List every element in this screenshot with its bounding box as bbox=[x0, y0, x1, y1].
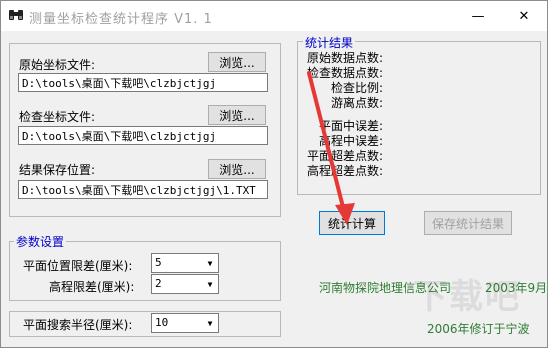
params-legend: 参数设置 bbox=[14, 233, 67, 250]
chevron-down-icon: ▼ bbox=[207, 318, 213, 328]
browse-original-button[interactable]: 浏览... bbox=[208, 52, 266, 72]
chevron-down-icon: ▼ bbox=[207, 279, 213, 289]
save-results-button[interactable]: 保存统计结果 bbox=[424, 211, 512, 235]
original-file-label: 原始坐标文件: bbox=[19, 58, 96, 72]
revised-label: 2006年修订于宁波 bbox=[427, 322, 530, 336]
chevron-down-icon: ▼ bbox=[207, 258, 213, 268]
close-button[interactable]: ✕ bbox=[501, 1, 547, 31]
plane-tolerance-select[interactable]: 5 ▼ bbox=[151, 253, 219, 273]
result-item: 原始数据点数: bbox=[306, 51, 383, 65]
elevation-tolerance-select[interactable]: 2 ▼ bbox=[151, 274, 219, 294]
plane-tolerance-label: 平面位置限差(厘米): bbox=[23, 259, 133, 273]
save-location-label: 结果保存位置: bbox=[19, 163, 96, 177]
red-arrow-annotation bbox=[307, 71, 355, 225]
check-file-label: 检查坐标文件: bbox=[19, 110, 96, 124]
search-radius-label: 平面搜索半径(厘米): bbox=[23, 318, 133, 332]
save-location-input[interactable]: D:\tools\桌面\下载吧\clzbjctjgj\1.TXT bbox=[18, 180, 268, 199]
original-file-input[interactable]: D:\tools\桌面\下载吧\clzbjctjgj bbox=[18, 73, 268, 92]
browse-save-button[interactable]: 浏览... bbox=[208, 159, 266, 179]
title-bar: 测量坐标检查统计程序 V1. 1 — ✕ bbox=[1, 1, 547, 31]
org-label: 河南物探院地理信息公司 bbox=[319, 281, 452, 295]
date-label: 2003年9月 bbox=[485, 281, 548, 295]
app-window: 测量坐标检查统计程序 V1. 1 — ✕ 原始坐标文件: 浏览... D:\to… bbox=[0, 0, 548, 348]
binoculars-icon bbox=[9, 10, 23, 20]
browse-check-button[interactable]: 浏览... bbox=[208, 105, 266, 125]
minimize-button[interactable]: — bbox=[455, 1, 501, 31]
elevation-tolerance-label: 高程限差(厘米): bbox=[49, 280, 135, 294]
search-radius-select[interactable]: 10 ▼ bbox=[151, 313, 219, 333]
check-file-input[interactable]: D:\tools\桌面\下载吧\clzbjctjgj bbox=[18, 126, 268, 145]
results-legend: 统计结果 bbox=[303, 34, 356, 51]
window-title: 测量坐标检查统计程序 V1. 1 bbox=[29, 12, 213, 27]
client-area: 原始坐标文件: 浏览... D:\tools\桌面\下载吧\clzbjctjgj… bbox=[1, 31, 547, 347]
